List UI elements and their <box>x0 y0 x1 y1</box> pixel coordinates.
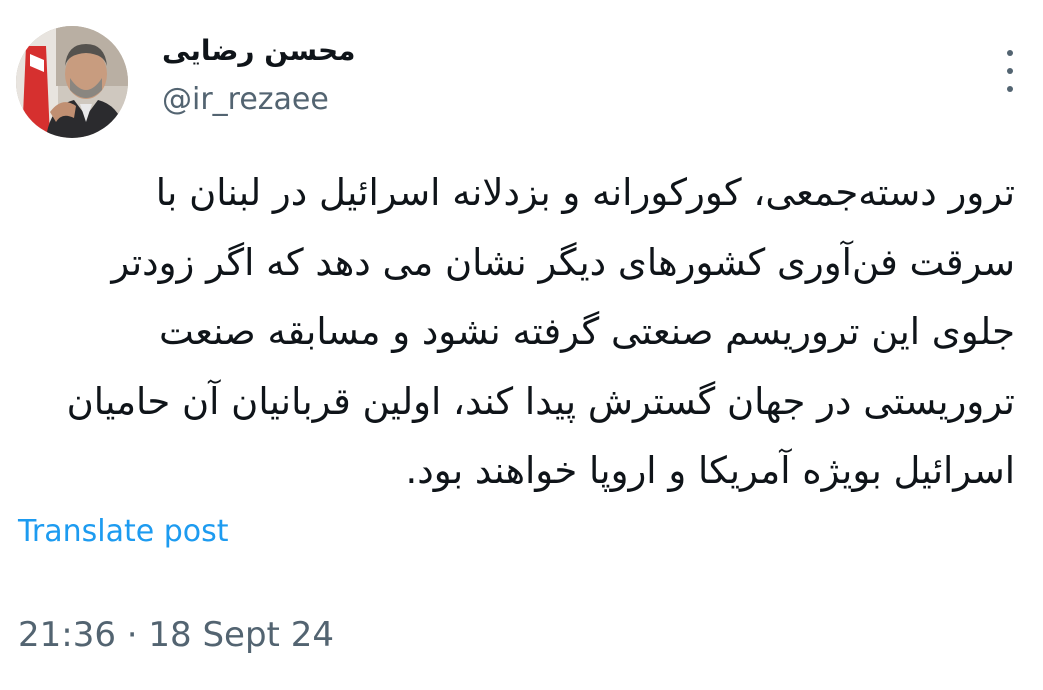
avatar[interactable] <box>16 26 128 138</box>
author-handle[interactable]: @ir_rezaee <box>162 82 329 117</box>
more-vertical-icon[interactable] <box>996 50 1024 92</box>
tweet-timestamp[interactable]: 21:36 · 18 Sept 24 <box>18 615 334 655</box>
tweet-card: محسن رضایی @ir_rezaee ترور دسته‌جمعی، کو… <box>0 0 1043 690</box>
tweet-text: ترور دسته‌جمعی، کورکورانه و بزدلانه اسرا… <box>66 171 1015 492</box>
avatar-image <box>16 26 128 138</box>
more-dot <box>1007 68 1013 74</box>
more-dot <box>1007 86 1013 92</box>
more-dot <box>1007 50 1013 56</box>
author-name[interactable]: محسن رضایی <box>162 34 355 67</box>
translate-post-link[interactable]: Translate post <box>18 514 229 549</box>
